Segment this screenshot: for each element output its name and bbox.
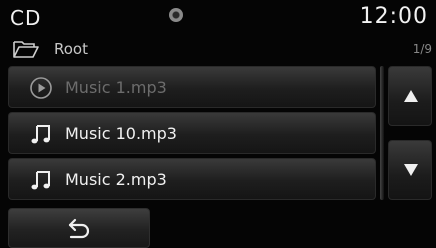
down-arrow-icon [404, 164, 418, 176]
back-button[interactable] [8, 208, 150, 248]
up-arrow-icon [404, 90, 418, 102]
source-label: CD [10, 6, 42, 30]
folder-icon [13, 41, 39, 58]
scroll-down-button[interactable] [388, 140, 432, 200]
disc-icon [169, 8, 183, 22]
track-count: 1/9 [412, 42, 432, 56]
track-row[interactable]: Music 2.mp3 [8, 158, 376, 200]
scrollbar[interactable] [380, 66, 384, 200]
play-circle-icon [30, 77, 52, 99]
status-bar: CD 12:00 [0, 0, 436, 34]
music-note-icon [31, 125, 50, 144]
scroll-up-button[interactable] [388, 66, 432, 126]
back-arrow-icon [68, 218, 90, 239]
clock: 12:00 [359, 4, 428, 29]
folder-header: Root 1/9 [0, 34, 436, 64]
track-name: Music 1.mp3 [65, 78, 167, 97]
track-name: Music 10.mp3 [65, 124, 177, 143]
music-note-icon [31, 171, 50, 190]
cd-player-screen: CD 12:00 Root 1/9 Music 1.mp3 Music 10.m… [0, 0, 436, 248]
track-row[interactable]: Music 1.mp3 [8, 66, 376, 108]
folder-name: Root [54, 40, 88, 58]
track-row[interactable]: Music 10.mp3 [8, 112, 376, 154]
track-name: Music 2.mp3 [65, 170, 167, 189]
